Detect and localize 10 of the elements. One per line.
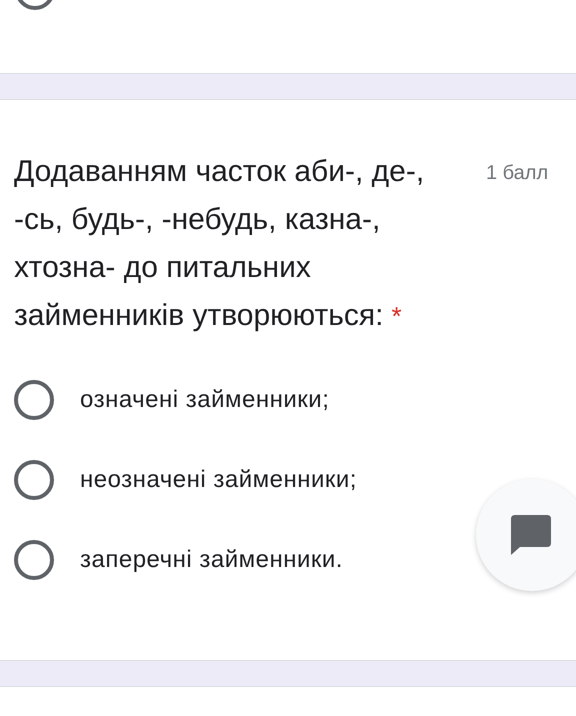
- option-label[interactable]: заперечні займенники.: [80, 546, 343, 574]
- question-text: Додаванням часток аби-, де-, -сь, будь-, -небудь, казна-, хтозна- до питальних займенників утворюються: *: [14, 154, 426, 334]
- chat-bubble-icon: [511, 515, 551, 555]
- radio-button[interactable]: [14, 380, 54, 420]
- option-label[interactable]: неозначені займенники;: [80, 466, 357, 494]
- radio-button[interactable]: [14, 540, 54, 580]
- points-label: 1 балл: [486, 161, 548, 185]
- required-asterisk: *: [391, 301, 402, 331]
- radio-button[interactable]: [14, 460, 54, 500]
- option-label[interactable]: означені займенники;: [80, 386, 330, 414]
